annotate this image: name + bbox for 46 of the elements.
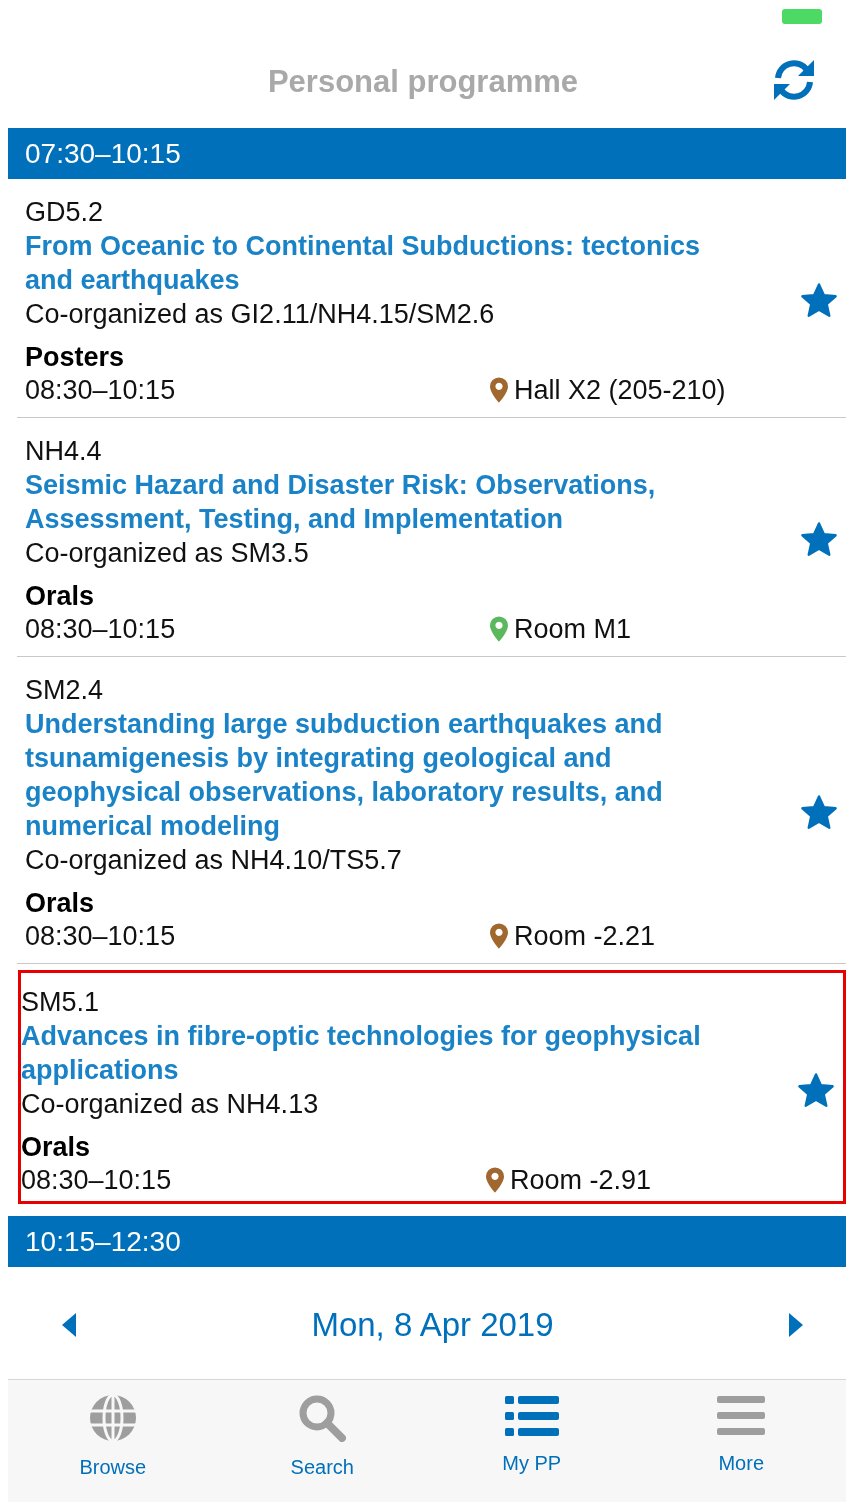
- session-item[interactable]: NH4.4 Seismic Hazard and Disaster Risk: Observations, Assessment, Testing, and Implementation Co-organized as SM3.5 Orals 08:30–10:15 Room M1: [17, 418, 846, 657]
- previous-day-arrow-icon[interactable]: [62, 1313, 76, 1337]
- session-type: Orals: [21, 1131, 92, 1163]
- session-type: Posters: [25, 341, 126, 373]
- menu-icon: [717, 1394, 766, 1438]
- session-time: 08:30–10:15: [25, 613, 177, 646]
- session-title[interactable]: From Oceanic to Continental Subductions: tectonics and earthquakes: [25, 229, 755, 297]
- date-label: Mon, 8 Apr 2019: [311, 1306, 554, 1344]
- session-type: Orals: [25, 887, 96, 919]
- session-time: 08:30–10:15: [25, 374, 177, 407]
- tab-bar-item[interactable]: More: [666, 1394, 817, 1502]
- co-organized-text: Co-organized as SM3.5: [25, 537, 310, 570]
- star-icon[interactable]: [800, 521, 838, 559]
- star-icon[interactable]: [800, 794, 838, 832]
- location-text: Room -2.21: [514, 920, 656, 953]
- session-item[interactable]: SM5.1 Advances in fibre-optic technologies for geophysical applications Co-organized as NH4.13 Orals 08:30–10:15 Room -2.91: [18, 970, 846, 1204]
- session-title[interactable]: Seismic Hazard and Disaster Risk: Observations, Assessment, Testing, and Implementation: [25, 468, 755, 536]
- session-time: 08:30–10:15: [25, 920, 177, 953]
- co-organized-text: Co-organized as NH4.13: [21, 1088, 320, 1121]
- list-icon: [504, 1394, 559, 1438]
- battery-icon: [782, 9, 822, 24]
- page-title: Personal programme: [267, 64, 579, 100]
- tab-bar-item[interactable]: Browse: [37, 1394, 188, 1502]
- time-slot-header: 10:15–12:30: [8, 1216, 846, 1267]
- session-title[interactable]: Understanding large subduction earthquakes and tsunamigenesis by integrating geological and geophysical observations, laboratory results, and numerical modeling: [25, 707, 755, 843]
- search-icon: [298, 1394, 347, 1442]
- tab-bar-item[interactable]: My PP: [456, 1394, 607, 1502]
- location-text: Room -2.91: [510, 1164, 652, 1197]
- session-code: SM5.1: [21, 986, 101, 1019]
- star-icon[interactable]: [797, 1072, 835, 1110]
- session-item[interactable]: GD5.2 From Oceanic to Continental Subductions: tectonics and earthquakes Co-organized as GI2.11/NH4.15/SM2.6 Posters 08:30–10:15 Hall X2 (205-210): [17, 179, 846, 418]
- time-slot-header: 07:30–10:15: [8, 128, 846, 179]
- session-title[interactable]: Advances in fibre-optic technologies for geophysical applications: [21, 1019, 751, 1087]
- session-code: NH4.4: [25, 435, 103, 468]
- session-code: SM2.4: [25, 674, 105, 707]
- session-code: GD5.2: [25, 196, 105, 229]
- session-type: Orals: [25, 580, 96, 612]
- location-text: Room M1: [514, 613, 632, 646]
- next-day-arrow-icon[interactable]: [789, 1313, 803, 1337]
- co-organized-text: Co-organized as NH4.10/TS5.7: [25, 844, 403, 877]
- star-icon[interactable]: [800, 282, 838, 320]
- co-organized-text: Co-organized as GI2.11/NH4.15/SM2.6: [25, 298, 496, 331]
- session-time: 08:30–10:15: [21, 1164, 173, 1197]
- tab-bar-item[interactable]: Search: [247, 1394, 398, 1502]
- globe-icon: [88, 1394, 137, 1442]
- location-text: Hall X2 (205-210): [514, 374, 726, 407]
